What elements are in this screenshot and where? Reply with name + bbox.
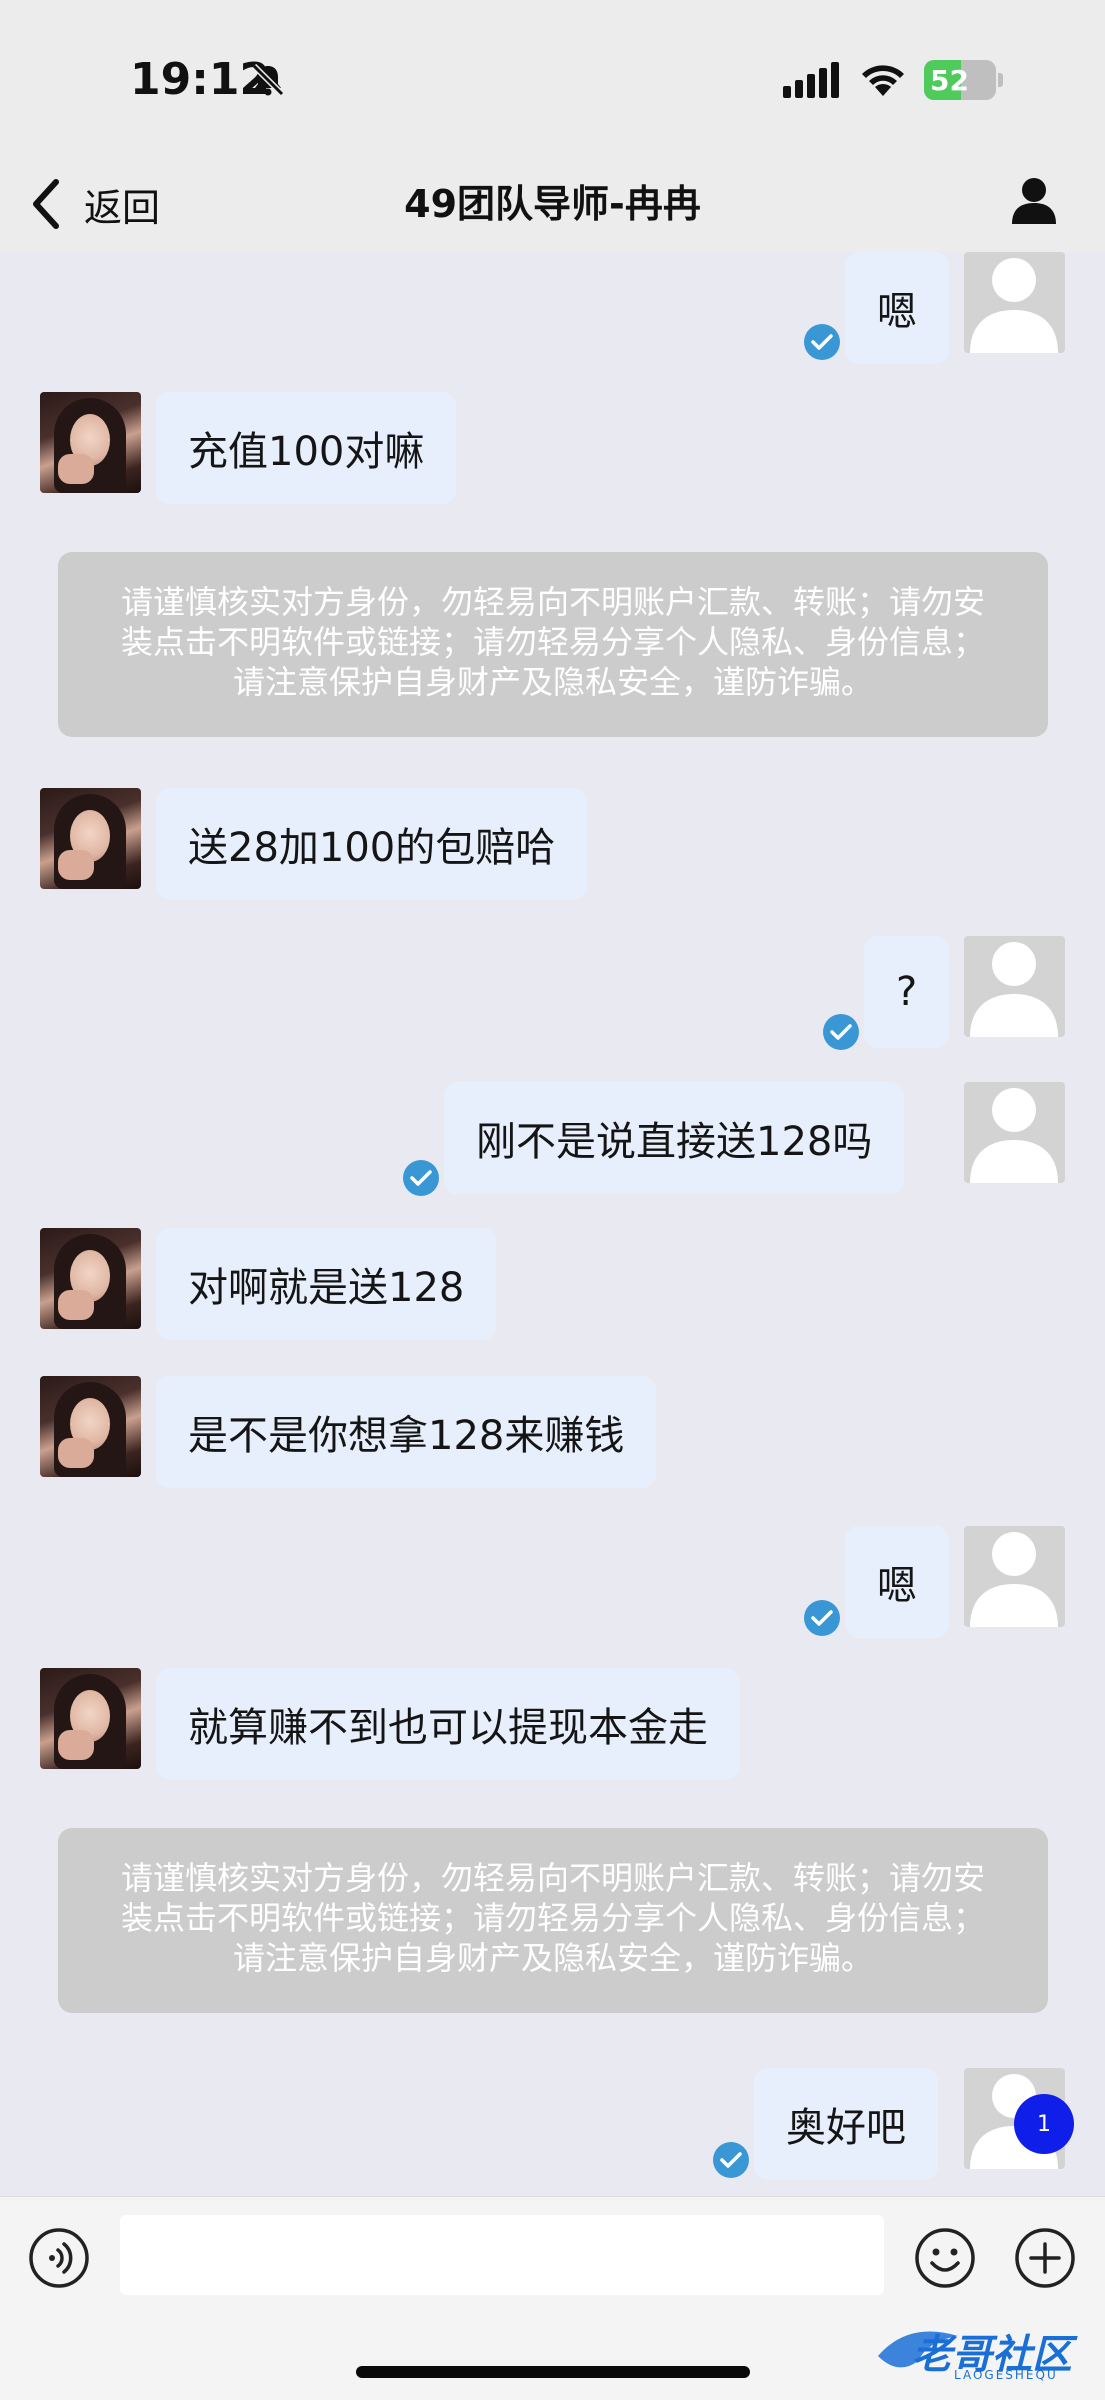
voice-icon[interactable] bbox=[28, 2227, 90, 2289]
person-placeholder-icon bbox=[970, 1088, 1058, 1183]
check-circle-icon bbox=[403, 1160, 439, 1196]
bottom-safe-area: 老哥社区 LAOGESHEQU bbox=[0, 2316, 1105, 2400]
user-avatar[interactable] bbox=[964, 936, 1065, 1037]
check-circle-icon bbox=[804, 324, 840, 360]
contact-avatar[interactable] bbox=[40, 392, 141, 493]
check-circle-icon bbox=[713, 2142, 749, 2178]
user-avatar[interactable] bbox=[964, 1526, 1065, 1627]
message-bubble-outgoing[interactable]: 嗯 bbox=[845, 1526, 949, 1638]
person-placeholder-icon bbox=[970, 942, 1058, 1037]
home-indicator[interactable] bbox=[356, 2366, 750, 2378]
wifi-icon bbox=[862, 65, 904, 96]
cellular-signal-icon bbox=[783, 62, 839, 98]
nav-bar: 返回 49团队导师-冉冉 bbox=[0, 160, 1105, 252]
message-bubble-outgoing[interactable]: 刚不是说直接送128吗 bbox=[444, 1082, 905, 1194]
message-input[interactable] bbox=[120, 2215, 884, 2295]
contact-avatar[interactable] bbox=[40, 788, 141, 889]
chat-message-list[interactable]: 嗯 充值100对嘛 请谨慎核实对方身份，勿轻易向不明账户汇款、转账；请勿安 装点… bbox=[0, 252, 1105, 2196]
message-bubble-incoming[interactable]: 对啊就是送128 bbox=[156, 1228, 497, 1340]
smiley-icon[interactable] bbox=[914, 2227, 976, 2289]
person-placeholder-icon bbox=[970, 258, 1058, 353]
message-bubble-incoming[interactable]: 充值100对嘛 bbox=[156, 392, 457, 504]
contact-avatar[interactable] bbox=[40, 1376, 141, 1477]
check-circle-icon bbox=[804, 1600, 840, 1636]
message-bubble-outgoing[interactable]: 嗯 bbox=[845, 252, 949, 364]
security-warning-notice: 请谨慎核实对方身份，勿轻易向不明账户汇款、转账；请勿安 装点击不明软件或链接；请… bbox=[58, 1828, 1048, 2013]
battery-icon: 52 bbox=[924, 60, 1004, 100]
message-bubble-outgoing[interactable]: ? bbox=[864, 936, 950, 1048]
contact-avatar[interactable] bbox=[40, 1668, 141, 1769]
battery-percent: 52 bbox=[930, 64, 969, 97]
person-placeholder-icon bbox=[970, 1532, 1058, 1627]
unread-badge[interactable]: 1 bbox=[1014, 2094, 1074, 2154]
plus-icon[interactable] bbox=[1014, 2227, 1076, 2289]
user-avatar[interactable] bbox=[964, 1082, 1065, 1183]
security-warning-notice: 请谨慎核实对方身份，勿轻易向不明账户汇款、转账；请勿安 装点击不明软件或链接；请… bbox=[58, 552, 1048, 737]
message-bubble-incoming[interactable]: 送28加100的包赔哈 bbox=[156, 788, 588, 900]
message-input-bar bbox=[0, 2196, 1105, 2316]
message-bubble-incoming[interactable]: 就算赚不到也可以提现本金走 bbox=[156, 1668, 740, 1780]
check-circle-icon bbox=[823, 1014, 859, 1050]
watermark-logo: 老哥社区 LAOGESHEQU bbox=[868, 2316, 1098, 2386]
message-bubble-outgoing[interactable]: 奥好吧 bbox=[754, 2068, 938, 2180]
status-bar: 19:12 52 bbox=[0, 0, 1105, 160]
chat-title: 49团队导师-冉冉 bbox=[404, 182, 701, 226]
bell-slash-icon bbox=[251, 63, 285, 97]
message-bubble-incoming[interactable]: 是不是你想拿128来赚钱 bbox=[156, 1376, 657, 1488]
person-icon[interactable] bbox=[1010, 170, 1058, 234]
contact-avatar[interactable] bbox=[40, 1228, 141, 1329]
user-avatar[interactable] bbox=[964, 252, 1065, 353]
